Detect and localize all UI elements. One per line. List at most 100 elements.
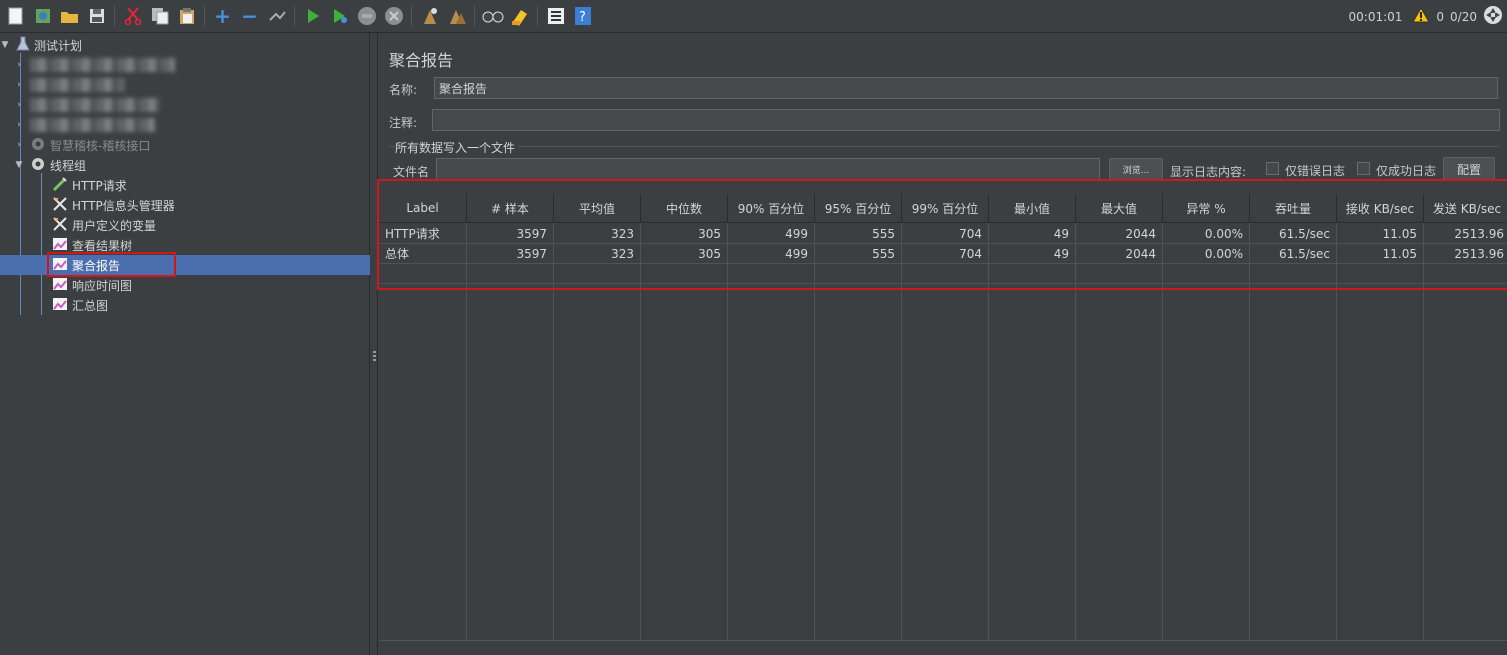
name-field[interactable]: 聚合报告 — [434, 77, 1498, 99]
table-cell[interactable]: 704 — [902, 244, 989, 264]
column-header[interactable]: 发送 KB/sec — [1424, 194, 1507, 223]
column-header[interactable]: 最大值 — [1076, 194, 1163, 223]
chevron-down-icon[interactable]: ▼ — [0, 40, 10, 50]
column-header[interactable]: 95% 百分位 — [815, 194, 902, 223]
tree-node-label: 聚合报告 — [72, 258, 121, 273]
tree-node-aggregate-report[interactable]: 聚合报告 — [0, 255, 370, 275]
chevron-right-icon[interactable]: › — [14, 140, 24, 150]
table-cell[interactable]: 2513.96 — [1424, 244, 1507, 264]
clear-all-icon[interactable] — [446, 5, 468, 27]
table-cell[interactable]: 704 — [902, 224, 989, 244]
table-cell[interactable]: 0.00% — [1163, 224, 1250, 244]
save-icon[interactable] — [86, 5, 108, 27]
collapse-icon[interactable]: − — [239, 4, 261, 28]
tree-node-response-time-graph[interactable]: 响应时间图 — [52, 275, 132, 295]
errors-only-checkbox[interactable] — [1266, 162, 1279, 175]
new-icon[interactable] — [5, 5, 27, 27]
table-cell[interactable]: 11.05 — [1337, 224, 1424, 244]
column-divider — [1162, 223, 1163, 641]
table-cell[interactable]: 2513.96 — [1424, 224, 1507, 244]
table-cell[interactable]: 11.05 — [1337, 244, 1424, 264]
comment-field[interactable] — [432, 109, 1500, 131]
table-cell[interactable]: 555 — [815, 224, 902, 244]
expand-icon[interactable]: + — [212, 4, 234, 28]
tree-node-summary-graph[interactable]: 汇总图 — [52, 295, 108, 315]
table-cell[interactable]: 305 — [641, 244, 728, 264]
function-helper-icon[interactable] — [545, 5, 567, 27]
clear-icon[interactable] — [419, 5, 441, 27]
column-divider — [727, 223, 728, 641]
column-header[interactable]: 平均值 — [554, 194, 641, 223]
stop-icon[interactable] — [356, 5, 378, 27]
tree-node-hidden[interactable]: › — [0, 55, 175, 75]
thread-count: 0/20 — [1450, 9, 1477, 24]
tree-node-http-request[interactable]: HTTP请求 — [52, 175, 127, 195]
paste-icon[interactable] — [176, 5, 198, 27]
start-no-pause-icon[interactable] — [329, 5, 351, 27]
tree-node-hidden[interactable]: › — [0, 115, 155, 135]
open-icon[interactable] — [59, 5, 81, 27]
tree-node-results-tree[interactable]: 查看结果树 — [52, 235, 132, 255]
search-icon[interactable] — [482, 5, 504, 27]
table-cell[interactable]: 3597 — [467, 224, 554, 244]
table-cell[interactable]: 323 — [554, 224, 641, 244]
shutdown-icon[interactable] — [383, 5, 405, 27]
column-header[interactable]: 99% 百分位 — [902, 194, 989, 223]
tree-node-hidden[interactable]: › — [0, 95, 160, 115]
tree-guide-line — [41, 173, 42, 315]
tree-node-hidden[interactable]: › — [0, 75, 125, 95]
table-cell[interactable]: 61.5/sec — [1250, 224, 1337, 244]
table-cell[interactable]: 49 — [989, 244, 1076, 264]
start-icon[interactable] — [302, 5, 324, 27]
table-cell[interactable]: 3597 — [467, 244, 554, 264]
table-cell[interactable]: 555 — [815, 244, 902, 264]
svg-text:?: ? — [579, 10, 586, 25]
table-cell[interactable]: 323 — [554, 244, 641, 264]
column-header[interactable]: 最小值 — [989, 194, 1076, 223]
column-divider — [901, 223, 902, 641]
chevron-right-icon[interactable]: › — [14, 120, 24, 130]
column-header[interactable]: 吞吐量 — [1250, 194, 1337, 223]
column-header[interactable]: Label — [379, 194, 467, 223]
tree-node-header-manager[interactable]: HTTP信息头管理器 — [52, 195, 175, 215]
filename-field[interactable] — [436, 158, 1100, 180]
table-cell[interactable]: 61.5/sec — [1250, 244, 1337, 264]
column-header[interactable]: 异常 % — [1163, 194, 1250, 223]
toggle-icon[interactable] — [266, 5, 288, 27]
templates-icon[interactable] — [32, 5, 54, 27]
column-header[interactable]: 接收 KB/sec — [1337, 194, 1424, 223]
chevron-right-icon[interactable]: › — [14, 100, 24, 110]
help-icon[interactable]: ? — [572, 5, 594, 27]
remote-icon[interactable] — [1483, 5, 1503, 28]
row-label-cell[interactable]: 总体 — [379, 244, 467, 264]
cut-icon[interactable] — [122, 5, 144, 27]
row-label-cell[interactable]: HTTP请求 — [379, 224, 467, 244]
split-pane-divider[interactable] — [371, 33, 378, 655]
chevron-down-icon[interactable]: ▼ — [14, 160, 24, 170]
tree-node-thread-group[interactable]: ▼ 线程组 — [0, 155, 86, 175]
table-cell[interactable]: 49 — [989, 224, 1076, 244]
column-header[interactable]: # 样本 — [467, 194, 554, 223]
copy-icon[interactable] — [149, 5, 171, 27]
table-cell[interactable]: 2044 — [1076, 224, 1163, 244]
reset-search-icon[interactable] — [509, 5, 531, 27]
chevron-right-icon[interactable]: › — [14, 80, 24, 90]
toolbar-separator — [537, 6, 538, 26]
table-cell[interactable]: 0.00% — [1163, 244, 1250, 264]
tree-node-disabled-group[interactable]: › 智慧稽核-稽核接口 — [0, 135, 150, 155]
tree-node-user-variables[interactable]: 用户定义的变量 — [52, 215, 156, 235]
column-header[interactable]: 90% 百分位 — [728, 194, 815, 223]
table-cell[interactable]: 2044 — [1076, 244, 1163, 264]
tree-node-test-plan[interactable]: ▼ 测试计划 — [0, 35, 82, 55]
table-cell[interactable]: 499 — [728, 244, 815, 264]
drag-handle-icon[interactable] — [373, 351, 376, 363]
chevron-right-icon[interactable]: › — [14, 60, 24, 70]
warning-icon[interactable] — [1412, 6, 1431, 26]
success-only-checkbox[interactable] — [1357, 162, 1370, 175]
configure-button[interactable]: 配置 — [1443, 157, 1495, 181]
column-divider — [1075, 223, 1076, 641]
table-cell[interactable]: 305 — [641, 224, 728, 244]
column-header[interactable]: 中位数 — [641, 194, 728, 223]
table-cell[interactable]: 499 — [728, 224, 815, 244]
browse-button[interactable]: 浏览... — [1109, 158, 1163, 180]
